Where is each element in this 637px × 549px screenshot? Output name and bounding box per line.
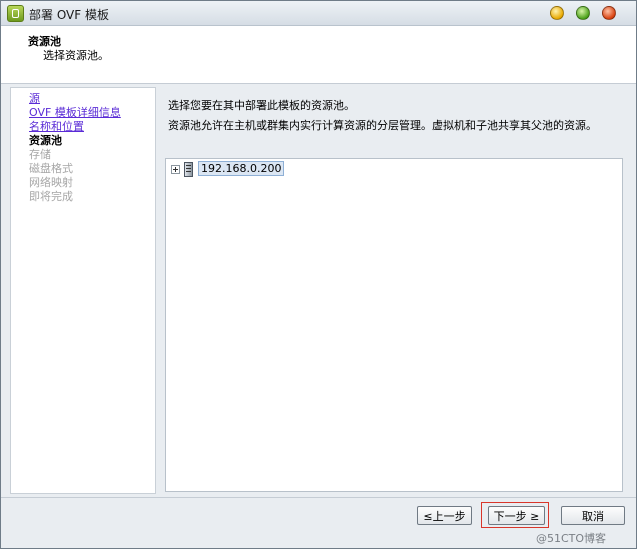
maximize-button[interactable] [576,6,590,20]
step-disk-format: 磁盘格式 [29,162,73,175]
wizard-steps-nav: 源 OVF 模板详细信息 名称和位置 资源池 存储 磁盘格式 网络映射 即将完成 [10,87,156,494]
step-name-location[interactable]: 名称和位置 [29,120,84,134]
expand-icon[interactable] [171,165,180,174]
watermark: @51CTO博客 [536,532,607,545]
instruction-text: 选择您要在其中部署此模板的资源池。 [168,99,355,112]
wizard-header: 资源池 选择资源池。 [1,26,636,84]
close-button[interactable] [602,6,616,20]
step-ready-to-complete: 即将完成 [29,190,73,203]
step-ovf-details[interactable]: OVF 模板详细信息 [29,106,121,120]
step-storage: 存储 [29,148,51,161]
step-network-mapping: 网络映射 [29,176,73,189]
title-bar[interactable]: 部署 OVF 模板 [1,1,636,26]
wizard-content: 选择您要在其中部署此模板的资源池。 资源池允许在主机或群集内实行计算资源的分层管… [158,87,628,492]
vsphere-app-icon [7,5,24,22]
deploy-ovf-window: 部署 OVF 模板 资源池 选择资源池。 源 OVF 模板详细信息 名称和位置 … [0,0,637,549]
window-title: 部署 OVF 模板 [29,8,109,22]
cancel-button[interactable]: 取消 [561,506,625,525]
tree-node-host[interactable]: 192.168.0.200 [198,161,285,176]
host-server-icon [184,162,193,177]
step-source[interactable]: 源 [29,92,40,106]
footer-divider [1,497,636,498]
resource-pool-tree[interactable]: 192.168.0.200 [165,158,623,492]
minimize-button[interactable] [550,6,564,20]
page-subtitle: 选择资源池。 [43,49,109,62]
resource-pool-explanation: 资源池允许在主机或群集内实行计算资源的分层管理。虚拟机和子池共享其父池的资源。 [168,119,597,132]
next-button[interactable]: 下一步 ≥ [488,506,545,525]
step-resource-pool: 资源池 [29,134,62,147]
back-button[interactable]: ≤上一步 [417,506,472,525]
